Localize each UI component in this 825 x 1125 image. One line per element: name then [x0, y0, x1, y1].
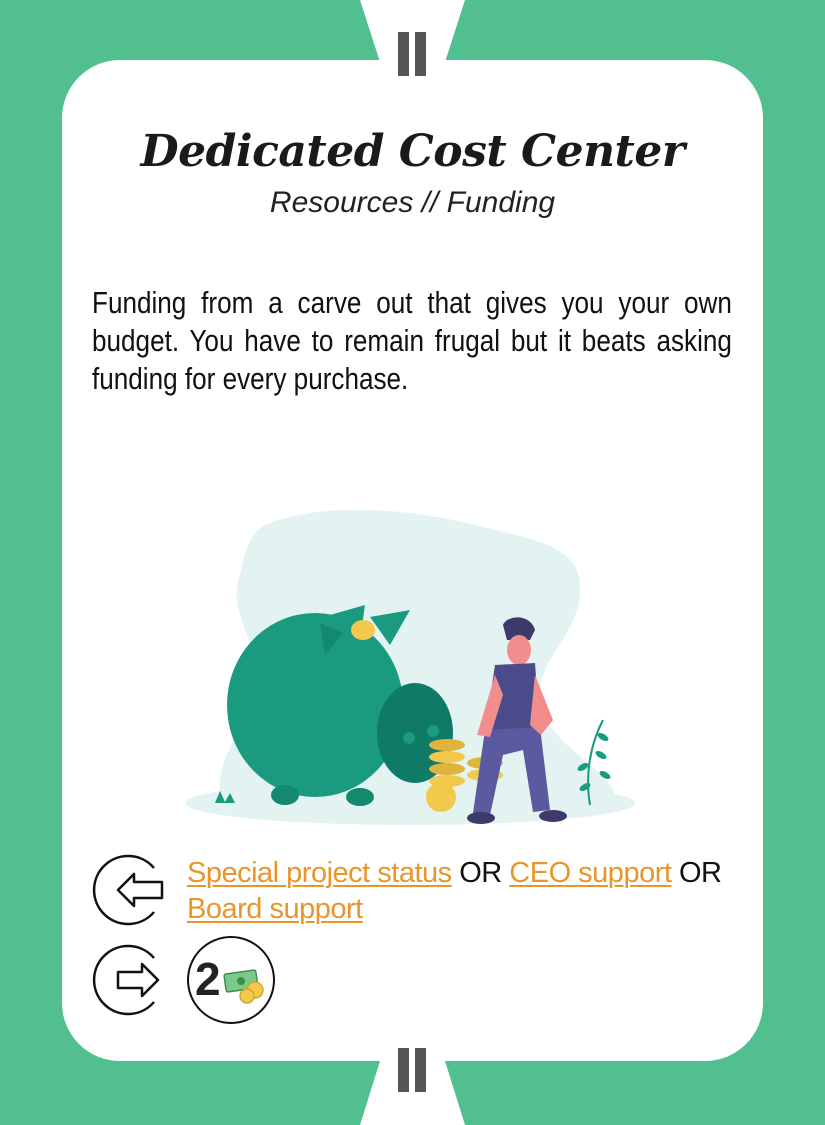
money-icon: [223, 969, 264, 1004]
arrow-in-icon: [92, 854, 164, 926]
requirements-text: Special project status OR CEO support OR…: [187, 855, 737, 927]
requirement-board-support[interactable]: Board support: [187, 893, 363, 925]
bottom-bars-icon: [398, 1048, 426, 1092]
piggy-bank-illustration: [185, 509, 635, 825]
reward-badge: 2: [187, 936, 275, 1024]
or-separator: OR: [459, 857, 502, 889]
top-bars-icon: [398, 32, 426, 76]
or-separator: OR: [678, 857, 722, 889]
arrow-out-icon: [92, 944, 160, 1016]
requirement-ceo-support[interactable]: CEO support: [509, 857, 672, 889]
requirement-special-project-status[interactable]: Special project status: [187, 857, 452, 889]
card-subtitle: Resources // Funding: [269, 186, 556, 219]
card-description: Funding from a carve out that gives you …: [92, 285, 732, 396]
card-title: Dedicated Cost Center: [140, 126, 685, 177]
reward-amount: 2: [195, 953, 221, 1005]
